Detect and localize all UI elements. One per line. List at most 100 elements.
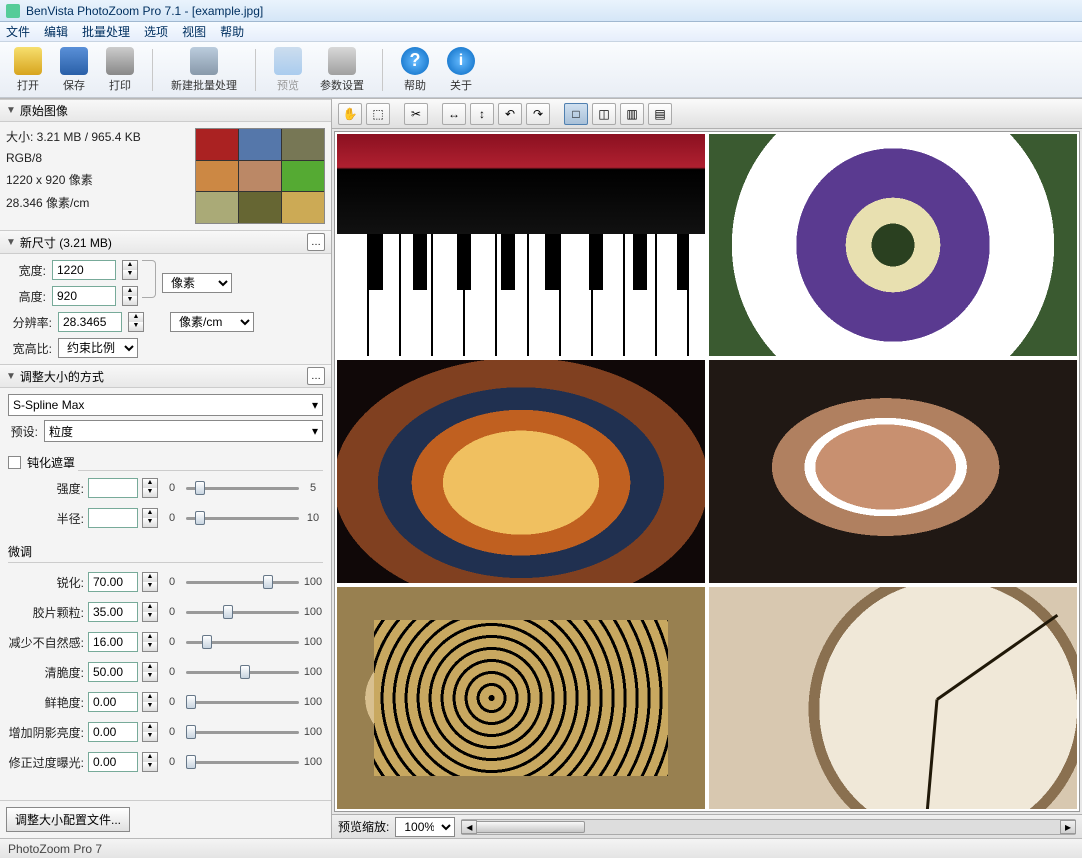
horizontal-scrollbar[interactable]: ◂ ▸ xyxy=(461,819,1076,835)
newsize-settings-button[interactable]: … xyxy=(307,233,325,251)
flip-h-button[interactable]: ↔ xyxy=(442,103,466,125)
wrench-icon xyxy=(328,47,356,75)
grain-label: 胶片颗粒: xyxy=(8,604,84,621)
zoom-select[interactable]: 100% xyxy=(395,817,455,837)
thumbnail[interactable] xyxy=(195,128,325,224)
left-panel: ▼ 原始图像 大小: 3.21 MB / 965.4 KB RGB/8 1220… xyxy=(0,99,332,838)
resolution-spinner[interactable]: ▲▼ xyxy=(128,312,144,332)
resolution-unit-select[interactable]: 像素/cm xyxy=(170,312,254,332)
artifact-input[interactable] xyxy=(88,632,138,652)
sharpen-slider[interactable] xyxy=(186,573,299,591)
original-image-header: ▼ 原始图像 xyxy=(0,99,331,122)
hand-tool-button[interactable]: ✋ xyxy=(338,103,362,125)
view-single-button[interactable]: □ xyxy=(564,103,588,125)
crisp-input[interactable] xyxy=(88,662,138,682)
crop-tool-button[interactable]: ✂ xyxy=(404,103,428,125)
scroll-right-icon[interactable]: ▸ xyxy=(1060,820,1076,834)
collapse-icon[interactable]: ▼ xyxy=(6,237,16,248)
collapse-icon[interactable]: ▼ xyxy=(6,105,16,116)
status-text: PhotoZoom Pro 7 xyxy=(8,842,102,856)
resolution-label: 分辨率: xyxy=(8,314,52,331)
grain-spinner[interactable]: ▲▼ xyxy=(142,602,158,622)
unsharp-mask-checkbox[interactable] xyxy=(8,456,21,469)
preview-button[interactable]: 预览 xyxy=(268,45,308,95)
preset-label: 预设: xyxy=(8,423,38,440)
view-grid-button[interactable]: ▤ xyxy=(648,103,672,125)
sharpen-input[interactable] xyxy=(88,572,138,592)
width-spinner[interactable]: ▲▼ xyxy=(122,260,138,280)
exposure-slider[interactable] xyxy=(186,753,299,771)
zoom-label: 预览缩放: xyxy=(338,818,389,835)
save-button[interactable]: 保存 xyxy=(54,45,94,95)
radius-label: 半径: xyxy=(8,510,84,527)
window-title: BenVista PhotoZoom Pro 7.1 - [example.jp… xyxy=(26,4,263,18)
preview-icon xyxy=(274,47,302,75)
hand-icon: ✋ xyxy=(343,107,358,121)
menu-help[interactable]: 帮助 xyxy=(220,23,244,40)
resize-profile-button[interactable]: 调整大小配置文件... xyxy=(6,807,130,832)
width-input[interactable] xyxy=(52,260,116,280)
aspect-select[interactable]: 约束比例 xyxy=(58,338,138,358)
vivid-slider[interactable] xyxy=(186,693,299,711)
algorithm-select[interactable]: S-Spline Max▾ xyxy=(8,394,323,416)
view-split-v-button[interactable]: ◫ xyxy=(592,103,616,125)
rotate-right-button[interactable]: ↷ xyxy=(526,103,550,125)
flip-v-icon: ↕ xyxy=(479,107,485,121)
view-split-h-button[interactable]: ▥ xyxy=(620,103,644,125)
strength-spinner[interactable]: ▲▼ xyxy=(142,478,158,498)
finetune-header: 微调 xyxy=(8,541,323,563)
artifact-spinner[interactable]: ▲▼ xyxy=(142,632,158,652)
disk-icon xyxy=(60,47,88,75)
shadow-spinner[interactable]: ▲▼ xyxy=(142,722,158,742)
view-single-icon: □ xyxy=(572,107,579,121)
grain-slider[interactable] xyxy=(186,603,299,621)
preview-area[interactable] xyxy=(334,131,1080,812)
exposure-spinner[interactable]: ▲▼ xyxy=(142,752,158,772)
height-spinner[interactable]: ▲▼ xyxy=(122,286,138,306)
crisp-slider[interactable] xyxy=(186,663,299,681)
height-label: 高度: xyxy=(8,288,46,305)
vivid-input[interactable] xyxy=(88,692,138,712)
scroll-left-icon[interactable]: ◂ xyxy=(461,820,477,834)
rotate-left-icon: ↶ xyxy=(505,107,515,121)
menu-file[interactable]: 文件 xyxy=(6,23,30,40)
exposure-label: 修正过度曝光: xyxy=(8,754,84,771)
preset-select[interactable]: 粒度▾ xyxy=(44,420,323,442)
params-button[interactable]: 参数设置 xyxy=(314,45,370,95)
collapse-icon[interactable]: ▼ xyxy=(6,371,16,382)
new-batch-button[interactable]: 新建批量处理 xyxy=(165,45,243,95)
radius-spinner[interactable]: ▲▼ xyxy=(142,508,158,528)
print-button[interactable]: 打印 xyxy=(100,45,140,95)
grain-input[interactable] xyxy=(88,602,138,622)
radius-slider[interactable] xyxy=(186,509,299,527)
artifact-slider[interactable] xyxy=(186,633,299,651)
menu-view[interactable]: 视图 xyxy=(182,23,206,40)
menu-edit[interactable]: 编辑 xyxy=(44,23,68,40)
size-unit-select[interactable]: 像素 xyxy=(162,273,232,293)
menu-options[interactable]: 选项 xyxy=(144,23,168,40)
shadow-input[interactable] xyxy=(88,722,138,742)
info-icon: i xyxy=(447,47,475,75)
about-button[interactable]: i 关于 xyxy=(441,45,481,95)
resolution-input[interactable] xyxy=(58,312,122,332)
vivid-spinner[interactable]: ▲▼ xyxy=(142,692,158,712)
open-button[interactable]: 打开 xyxy=(8,45,48,95)
sharpen-spinner[interactable]: ▲▼ xyxy=(142,572,158,592)
height-input[interactable] xyxy=(52,286,116,306)
method-settings-button[interactable]: … xyxy=(307,367,325,385)
statusbar: PhotoZoom Pro 7 xyxy=(0,838,1082,858)
shadow-slider[interactable] xyxy=(186,723,299,741)
link-icon[interactable] xyxy=(142,260,156,298)
crisp-spinner[interactable]: ▲▼ xyxy=(142,662,158,682)
right-panel: ✋ ⬚ ✂ ↔ ↕ ↶ ↷ □ ◫ ▥ ▤ 预览缩放: 100% xyxy=(332,99,1082,838)
exposure-input[interactable] xyxy=(88,752,138,772)
rotate-left-button[interactable]: ↶ xyxy=(498,103,522,125)
menu-batch[interactable]: 批量处理 xyxy=(82,23,130,40)
select-tool-button[interactable]: ⬚ xyxy=(366,103,390,125)
chevron-down-icon: ▾ xyxy=(312,424,318,438)
help-button[interactable]: ? 帮助 xyxy=(395,45,435,95)
strength-input[interactable] xyxy=(88,478,138,498)
radius-input[interactable] xyxy=(88,508,138,528)
strength-slider[interactable] xyxy=(186,479,299,497)
flip-v-button[interactable]: ↕ xyxy=(470,103,494,125)
